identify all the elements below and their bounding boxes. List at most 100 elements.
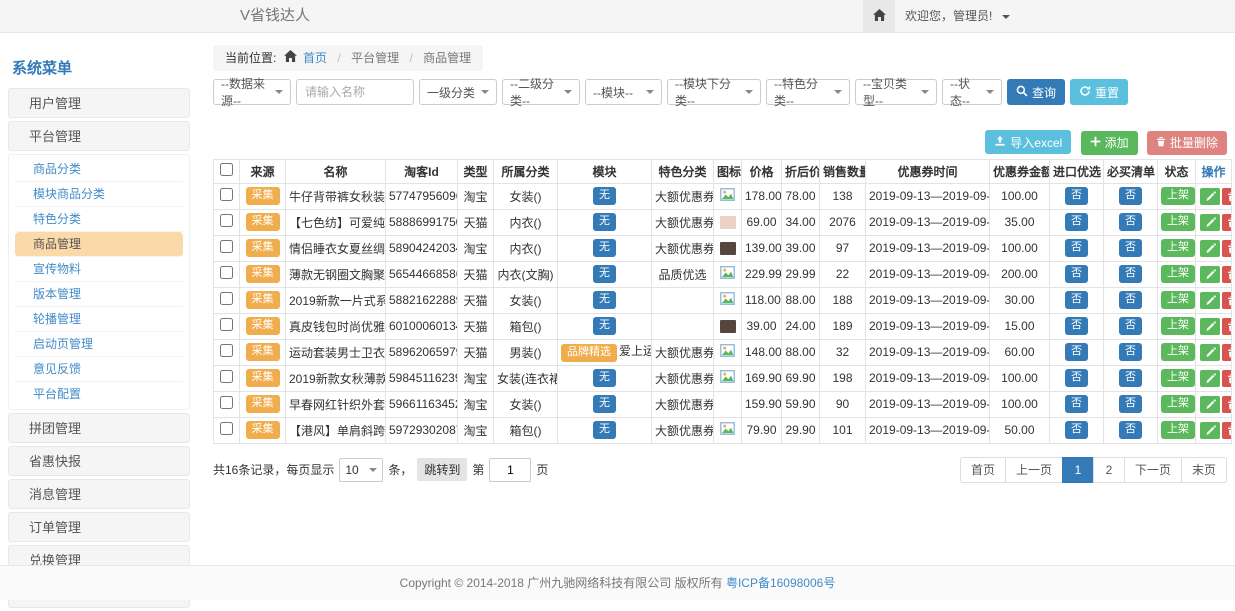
must-buy-toggle[interactable]: 否 [1119,317,1142,335]
edit-button[interactable] [1200,422,1220,439]
sidebar-item-carousel-mgmt[interactable]: 轮播管理 [15,307,183,332]
delete-button[interactable] [1222,240,1232,257]
row-checkbox[interactable] [220,370,233,383]
row-checkbox[interactable] [220,292,233,305]
user-menu[interactable]: 欢迎您，管理员! [905,0,1010,32]
status-badge[interactable]: 上架 [1161,369,1195,387]
sidebar-item-splash-page-mgmt[interactable]: 启动页管理 [15,332,183,357]
reset-button[interactable]: 重置 [1070,79,1128,105]
import-select-toggle[interactable]: 否 [1065,265,1088,283]
must-buy-toggle[interactable]: 否 [1119,291,1142,309]
status-badge[interactable]: 上架 [1161,421,1195,439]
level2-category-select[interactable]: --二级分类-- [502,79,580,105]
row-checkbox[interactable] [220,344,233,357]
page-button[interactable]: 首页 [960,457,1006,483]
status-badge[interactable]: 上架 [1161,343,1195,361]
breadcrumb-home-link[interactable]: 首页 [303,51,327,65]
sidebar-item-feedback[interactable]: 意见反馈 [15,357,183,382]
delete-button[interactable] [1222,370,1232,387]
import-select-toggle[interactable]: 否 [1065,421,1088,439]
batch-delete-button[interactable]: 批量删除 [1147,131,1227,155]
module-sub-category-select[interactable]: --模块下分类-- [667,79,761,105]
jump-page-input[interactable] [489,458,531,482]
status-badge[interactable]: 上架 [1161,395,1195,413]
sidebar-item-message-mgmt[interactable]: 消息管理 [8,479,190,509]
edit-button[interactable] [1200,396,1220,413]
must-buy-toggle[interactable]: 否 [1119,395,1142,413]
select-all-checkbox[interactable] [220,163,233,176]
status-badge[interactable]: 上架 [1161,291,1195,309]
row-checkbox[interactable] [220,422,233,435]
level1-category-select[interactable]: 一级分类 [419,79,497,105]
delete-button[interactable] [1222,318,1232,335]
sidebar-item-platform-config[interactable]: 平台配置 [15,382,183,407]
status-badge[interactable]: 上架 [1161,239,1195,257]
sidebar-item-user-mgmt[interactable]: 用户管理 [8,88,190,118]
add-button[interactable]: 添加 [1081,131,1138,155]
icp-link[interactable]: 粤ICP备16098006号 [726,576,835,590]
must-buy-toggle[interactable]: 否 [1119,265,1142,283]
row-checkbox[interactable] [220,240,233,253]
sidebar-item-group-buy-mgmt[interactable]: 拼团管理 [8,413,190,443]
jump-button[interactable]: 跳转到 [417,458,467,481]
sidebar-item-version-mgmt[interactable]: 版本管理 [15,282,183,307]
must-buy-toggle[interactable]: 否 [1119,369,1142,387]
sidebar-item-feature-category[interactable]: 特色分类 [15,207,183,232]
page-button[interactable]: 2 [1093,457,1125,483]
edit-button[interactable] [1200,344,1220,361]
edit-button[interactable] [1200,292,1220,309]
edit-button[interactable] [1200,240,1220,257]
page-size-select[interactable]: 10 [339,458,383,482]
status-badge[interactable]: 上架 [1161,265,1195,283]
delete-button[interactable] [1222,188,1232,205]
status-badge[interactable]: 上架 [1161,213,1195,231]
import-select-toggle[interactable]: 否 [1065,317,1088,335]
edit-button[interactable] [1200,266,1220,283]
page-button[interactable]: 1 [1062,457,1094,483]
delete-button[interactable] [1222,344,1232,361]
status-badge[interactable]: 上架 [1161,317,1195,335]
edit-button[interactable] [1200,318,1220,335]
delete-button[interactable] [1222,292,1232,309]
item-type-select[interactable]: --宝贝类型-- [855,79,937,105]
import-select-toggle[interactable]: 否 [1065,291,1088,309]
row-checkbox[interactable] [220,214,233,227]
delete-button[interactable] [1222,396,1232,413]
status-badge[interactable]: 上架 [1161,187,1195,205]
must-buy-toggle[interactable]: 否 [1119,421,1142,439]
name-input[interactable] [296,79,414,105]
import-select-toggle[interactable]: 否 [1065,213,1088,231]
must-buy-toggle[interactable]: 否 [1119,343,1142,361]
row-checkbox[interactable] [220,188,233,201]
edit-button[interactable] [1200,188,1220,205]
edit-button[interactable] [1200,214,1220,231]
import-select-toggle[interactable]: 否 [1065,239,1088,257]
sidebar-item-goods-mgmt[interactable]: 商品管理 [15,232,183,257]
module-select[interactable]: --模块-- [585,79,662,105]
import-select-toggle[interactable]: 否 [1065,187,1088,205]
page-button[interactable]: 末页 [1181,457,1227,483]
sidebar-item-module-goods-category[interactable]: 模块商品分类 [15,182,183,207]
must-buy-toggle[interactable]: 否 [1119,187,1142,205]
status-select[interactable]: --状态-- [942,79,1002,105]
sidebar-item-savings-express[interactable]: 省惠快报 [8,446,190,476]
delete-button[interactable] [1222,266,1232,283]
row-checkbox[interactable] [220,396,233,409]
sidebar-item-order-mgmt[interactable]: 订单管理 [8,512,190,542]
data-source-select[interactable]: --数据来源-- [213,79,291,105]
delete-button[interactable] [1222,214,1232,231]
sidebar-item-platform-mgmt[interactable]: 平台管理 [8,121,190,151]
row-checkbox[interactable] [220,318,233,331]
import-select-toggle[interactable]: 否 [1065,343,1088,361]
sidebar-item-promo-material[interactable]: 宣传物料 [15,257,183,282]
sidebar-item-goods-category[interactable]: 商品分类 [15,157,183,182]
import-select-toggle[interactable]: 否 [1065,395,1088,413]
page-button[interactable]: 下一页 [1124,457,1182,483]
must-buy-toggle[interactable]: 否 [1119,239,1142,257]
query-button[interactable]: 查询 [1007,79,1065,105]
home-shortcut-button[interactable] [863,0,895,32]
page-button[interactable]: 上一页 [1005,457,1063,483]
delete-button[interactable] [1222,422,1232,439]
feature-category-select[interactable]: --特色分类-- [766,79,850,105]
row-checkbox[interactable] [220,266,233,279]
